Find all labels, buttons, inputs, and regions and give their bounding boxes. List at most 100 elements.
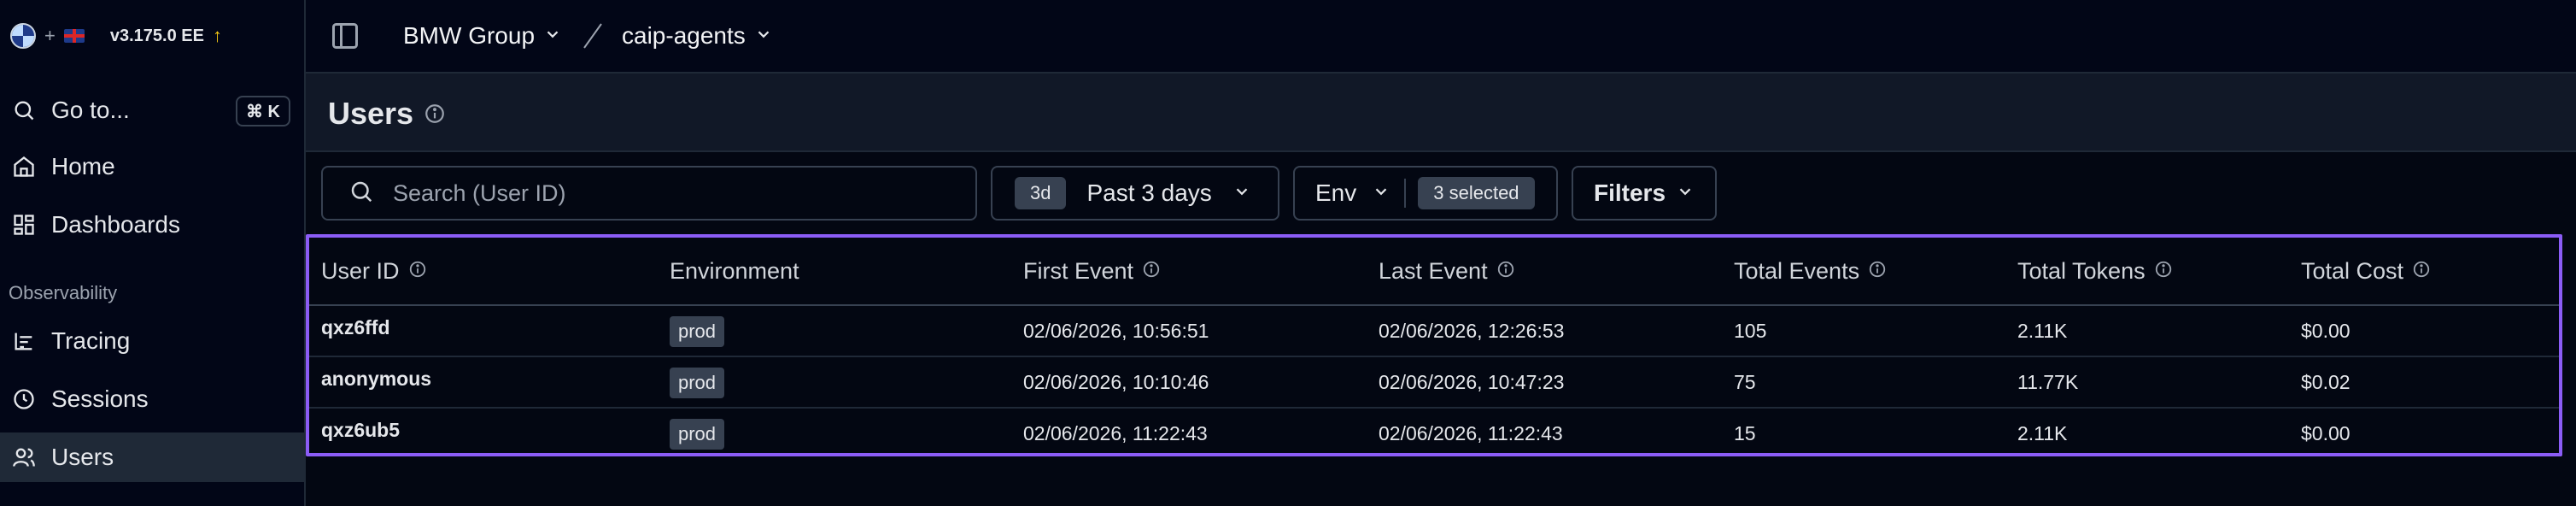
cell-total-cost: $0.00 [2301,320,2351,342]
table-header: User ID Environment First Event Last Eve… [309,238,2559,306]
cell-first-event: 02/06/2026, 10:10:46 [1023,371,1209,393]
cell-total-events: 15 [1734,422,1756,444]
topbar: BMW Group caip-agents [306,0,2576,74]
breadcrumb-project[interactable]: caip-agents [622,19,773,53]
column-header-total-tokens[interactable]: Total Tokens [2017,258,2173,285]
cell-last-event: 02/06/2026, 10:47:23 [1379,371,1565,393]
project-label: caip-agents [622,22,746,49]
environment-badge: prod [670,316,725,347]
sidebar-item-label: Users [51,444,114,470]
environment-badge: prod [670,368,725,398]
cell-user-id[interactable]: anonymous [321,368,431,391]
chevron-down-icon [1232,179,1251,207]
info-icon[interactable] [2412,258,2431,285]
column-header-total-events[interactable]: Total Events [1734,258,1887,285]
tracing-icon [10,327,38,355]
dashboard-icon [10,211,38,238]
users-icon [10,444,38,471]
search-box[interactable] [321,166,977,221]
info-icon[interactable] [1142,258,1161,285]
column-label: Total Cost [2301,258,2404,284]
section-label-observability: Observability [9,282,118,303]
sidebar-item-tracing[interactable]: Tracing [0,316,304,366]
sidebar-item-home[interactable]: Home [0,142,304,191]
cell-total-events: 105 [1734,320,1767,342]
organization-label: BMW Group [403,22,536,49]
cell-first-event: 02/06/2026, 11:22:43 [1023,422,1208,444]
cell-total-events: 75 [1734,371,1756,393]
chevron-down-icon [1372,179,1390,207]
cell-last-event: 02/06/2026, 12:26:53 [1379,320,1565,342]
column-label: Total Events [1734,258,1860,284]
breadcrumb-separator-icon [576,21,610,51]
environment-badge: prod [670,419,725,450]
column-header-last-event[interactable]: Last Event [1379,258,1515,285]
info-icon[interactable] [1868,258,1887,285]
goto-button[interactable]: Go to... ⌘ K [0,85,304,135]
chevron-down-icon [543,22,562,50]
sessions-icon [10,385,38,413]
bmw-logo-icon [10,23,36,49]
arrow-up-icon[interactable]: ↑ [213,25,222,47]
column-header-user-id[interactable]: User ID [321,258,427,285]
env-selected-badge: 3 selected [1418,177,1535,209]
filters-button[interactable]: Filters [1572,166,1717,221]
date-range-label: Past 3 days [1086,179,1212,206]
sidebar-toggle-icon[interactable] [330,21,360,51]
sidebar-item-users[interactable]: Users [0,432,304,482]
sidebar-item-label: Tracing [51,327,131,354]
info-icon[interactable] [424,103,446,125]
column-label: Last Event [1379,258,1488,284]
column-header-total-cost[interactable]: Total Cost [2301,258,2431,285]
env-label: Env [1315,179,1357,206]
page-header: Users [306,74,2576,152]
column-header-first-event[interactable]: First Event [1023,258,1161,285]
column-label: Environment [670,258,799,284]
sidebar-item-label: Sessions [51,385,149,412]
filters-label: Filters [1594,179,1666,206]
column-label: Total Tokens [2017,258,2146,284]
home-icon [10,153,38,180]
goto-label: Go to... [51,97,130,123]
sidebar-item-label: Dashboards [51,211,180,238]
cell-first-event: 02/06/2026, 10:56:51 [1023,320,1209,342]
cell-total-tokens: 2.11K [2017,320,2068,342]
table-row[interactable]: anonymous prod 02/06/2026, 10:10:46 02/0… [309,357,2559,409]
info-icon[interactable] [2154,258,2173,285]
brand-plus: + [44,25,56,46]
column-label: User ID [321,258,400,284]
sidebar: + v3.175.0 EE ↑ Go to... ⌘ K Home Dashbo… [0,0,306,506]
goto-shortcut: ⌘ K [236,96,290,126]
page-title: Users [328,96,414,131]
cell-last-event: 02/06/2026, 11:22:43 [1379,422,1563,444]
environment-filter[interactable]: Env 3 selected [1293,166,1558,221]
cell-total-tokens: 2.11K [2017,422,2068,444]
uk-flag-icon [63,29,85,43]
divider [1404,179,1407,208]
sidebar-item-dashboards[interactable]: Dashboards [0,200,304,250]
column-label: First Event [1023,258,1134,284]
breadcrumb-organization[interactable]: BMW Group [403,19,562,53]
brand[interactable]: + v3.175.0 EE ↑ [10,19,222,53]
search-input[interactable] [393,179,957,207]
table-row[interactable]: qxz6ub5 prod 02/06/2026, 11:22:43 02/06/… [309,409,2559,460]
search-icon [348,179,374,209]
info-icon[interactable] [1496,258,1515,285]
cell-user-id[interactable]: qxz6ffd [321,316,390,339]
date-range-picker[interactable]: 3d Past 3 days [991,166,1279,221]
sidebar-item-sessions[interactable]: Sessions [0,374,304,424]
column-header-environment[interactable]: Environment [670,258,799,285]
cell-total-cost: $0.02 [2301,371,2351,393]
users-table: User ID Environment First Event Last Eve… [306,234,2562,456]
cell-total-cost: $0.00 [2301,422,2351,444]
chevron-down-icon [754,22,773,50]
date-range-pill: 3d [1015,177,1067,209]
sidebar-item-label: Home [51,153,115,179]
search-icon [10,97,38,124]
table-row[interactable]: qxz6ffd prod 02/06/2026, 10:56:51 02/06/… [309,306,2559,357]
info-icon[interactable] [408,258,427,285]
chevron-down-icon [1676,179,1695,207]
version-label: v3.175.0 EE [109,26,204,45]
cell-user-id[interactable]: qxz6ub5 [321,419,400,442]
cell-total-tokens: 11.77K [2017,371,2079,393]
